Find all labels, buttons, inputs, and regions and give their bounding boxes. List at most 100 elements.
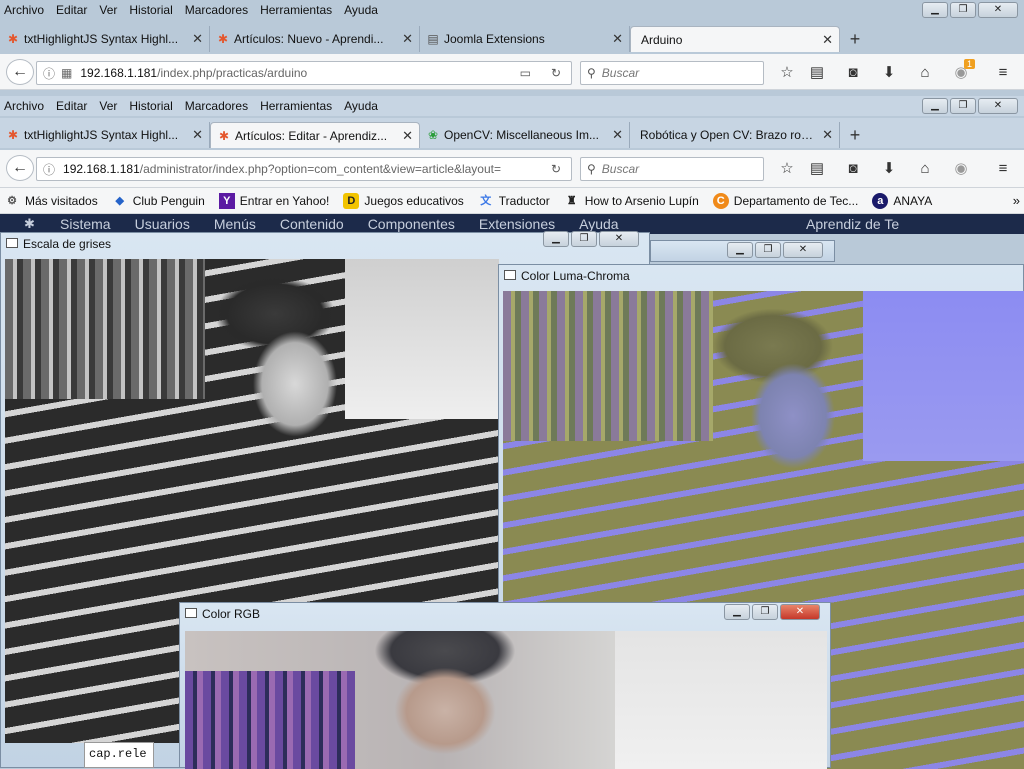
minimize-button[interactable]: ▁: [922, 2, 948, 18]
reload-icon[interactable]: ↻: [551, 66, 561, 80]
bookmark-arsenio[interactable]: ♜ How to Arsenio Lupín: [564, 193, 699, 209]
joomla-logo-icon: ✱: [24, 216, 35, 231]
close-tab-icon[interactable]: ✕: [612, 31, 623, 47]
close-tab-icon[interactable]: ✕: [402, 128, 413, 144]
maximize-button[interactable]: ❐: [950, 2, 976, 18]
close-tab-icon[interactable]: ✕: [192, 31, 203, 47]
url-bar-front[interactable]: ⓘ 192.168.1.181 /administrator/index.php…: [36, 157, 572, 181]
close-button[interactable]: ✕: [783, 242, 823, 258]
home-icon[interactable]: ⌂: [914, 62, 936, 84]
menu-ver[interactable]: Ver: [99, 3, 117, 17]
gear-icon: ⚙: [7, 194, 17, 207]
pocket-icon[interactable]: ◙: [842, 158, 864, 180]
search-input-back[interactable]: ⚲ Buscar: [580, 61, 764, 85]
bookmark-anaya[interactable]: a ANAYA: [872, 192, 932, 209]
joomla-menu-sistema[interactable]: Sistema: [60, 216, 111, 232]
chevron-right-icon[interactable]: »: [1013, 193, 1020, 208]
bookmark-club-penguin[interactable]: ◆ Club Penguin: [112, 193, 204, 209]
close-tab-icon[interactable]: ✕: [612, 127, 623, 143]
bookmark-mas-visitados[interactable]: ⚙ Más visitados: [4, 193, 98, 209]
back-arrow-icon[interactable]: ←: [6, 155, 34, 181]
tab-opencv[interactable]: ❀ OpenCV: Miscellaneous Im... ✕: [420, 122, 630, 148]
bookmark-yahoo[interactable]: Y Entrar en Yahoo!: [218, 192, 329, 209]
joomla-menu-menus[interactable]: Menús: [214, 216, 256, 232]
addon-icon[interactable]: ◉: [950, 158, 972, 180]
new-tab-icon[interactable]: +: [840, 26, 870, 52]
tab-arduino[interactable]: Arduino ✕: [630, 26, 840, 52]
joomla-menu-ayuda[interactable]: Ayuda: [579, 216, 618, 232]
reading-list-icon[interactable]: ▤: [806, 158, 828, 180]
joomla-menu-usuarios[interactable]: Usuarios: [135, 216, 190, 232]
menu-archivo[interactable]: Archivo: [4, 3, 44, 17]
joomla-icon: ✱: [217, 32, 229, 46]
tab-robotica[interactable]: Robótica y Open CV: Brazo rob... ✕: [630, 122, 840, 148]
bookmarks-bar: ⚙ Más visitados ◆ Club Penguin Y Entrar en …: [0, 188, 1024, 214]
joomla-user[interactable]: Aprendiz de Te: [806, 216, 899, 232]
close-button[interactable]: ✕: [978, 98, 1018, 114]
joomla-admin-bar: ✱ Sistema Usuarios Menús Contenido Compo…: [0, 214, 1024, 234]
download-icon[interactable]: ⬇: [878, 62, 900, 84]
joomla-menu-componentes[interactable]: Componentes: [368, 216, 455, 232]
hamburger-menu-icon[interactable]: ≡: [992, 158, 1014, 180]
menu-editar[interactable]: Editar: [56, 99, 87, 113]
joomla-menu-extensiones[interactable]: Extensiones: [479, 216, 555, 232]
download-icon[interactable]: ⬇: [878, 158, 900, 180]
hamburger-menu-icon[interactable]: ≡: [992, 62, 1014, 84]
close-tab-icon[interactable]: ✕: [402, 31, 413, 47]
menu-historial[interactable]: Historial: [129, 3, 172, 17]
close-tab-icon[interactable]: ✕: [192, 127, 203, 143]
info-icon: ⓘ: [43, 162, 56, 177]
menu-herramientas[interactable]: Herramientas: [260, 99, 332, 113]
window-color-rgb: Color RGB ▁ ❐ ✕: [179, 602, 831, 769]
menu-ayuda[interactable]: Ayuda: [344, 3, 378, 17]
menu-marcadores[interactable]: Marcadores: [185, 3, 248, 17]
star-icon[interactable]: ☆: [776, 158, 798, 180]
tab-articulos-editar[interactable]: ✱ Artículos: Editar - Aprendiz... ✕: [210, 122, 420, 148]
close-tab-icon[interactable]: ✕: [822, 127, 833, 143]
bookmark-traductor[interactable]: 文 Traductor: [478, 193, 549, 209]
back-arrow-icon[interactable]: ←: [6, 59, 34, 85]
menu-archivo[interactable]: Archivo: [4, 99, 44, 113]
tab-articulos-nuevo[interactable]: ✱ Artículos: Nuevo - Aprendi... ✕: [210, 26, 420, 52]
search-input-front[interactable]: ⚲ Buscar: [580, 157, 764, 181]
minimize-button[interactable]: ▁: [724, 604, 750, 620]
tab-txthighlight[interactable]: ✱ txtHighlightJS Syntax Highl... ✕: [0, 26, 210, 52]
close-button[interactable]: ✕: [978, 2, 1018, 18]
tab-joomla-extensions[interactable]: ▤ Joomla Extensions ✕: [420, 26, 630, 52]
window-light: [345, 259, 499, 419]
joomla-menu-contenido[interactable]: Contenido: [280, 216, 344, 232]
menu-ayuda[interactable]: Ayuda: [344, 99, 378, 113]
minimize-button[interactable]: ▁: [543, 231, 569, 247]
minimize-button[interactable]: ▁: [727, 242, 753, 258]
url-bar-back[interactable]: ⓘ ▦ 192.168.1.181 /index.php/practicas/a…: [36, 61, 572, 85]
reader-icon[interactable]: ▭: [520, 66, 531, 80]
menu-historial[interactable]: Historial: [129, 99, 172, 113]
window-icon: [185, 608, 197, 618]
menu-marcadores[interactable]: Marcadores: [185, 99, 248, 113]
minimize-button[interactable]: ▁: [922, 98, 948, 114]
window-icon: [504, 270, 516, 280]
joomla-icon: ✱: [218, 129, 230, 143]
close-button[interactable]: ✕: [780, 604, 820, 620]
code-snippet: cap.rele: [84, 742, 154, 768]
close-button[interactable]: ✕: [599, 231, 639, 247]
maximize-button[interactable]: ❐: [752, 604, 778, 620]
menu-editar[interactable]: Editar: [56, 3, 87, 17]
menu-herramientas[interactable]: Herramientas: [260, 3, 332, 17]
pocket-icon[interactable]: ◙: [842, 62, 864, 84]
menu-ver[interactable]: Ver: [99, 99, 117, 113]
home-icon[interactable]: ⌂: [914, 158, 936, 180]
window-title: Escala de grises: [23, 237, 112, 251]
bookmark-departamento[interactable]: C Departamento de Tec...: [712, 192, 858, 209]
reload-icon[interactable]: ↻: [551, 162, 561, 176]
star-icon[interactable]: ☆: [776, 62, 798, 84]
maximize-button[interactable]: ❐: [755, 242, 781, 258]
maximize-button[interactable]: ❐: [571, 231, 597, 247]
maximize-button[interactable]: ❐: [950, 98, 976, 114]
reading-list-icon[interactable]: ▤: [806, 62, 828, 84]
bookmark-juegos[interactable]: D Juegos educativos: [343, 192, 464, 209]
yahoo-icon: Y: [218, 192, 235, 209]
new-tab-icon[interactable]: +: [840, 122, 870, 148]
tab-txthighlight[interactable]: ✱ txtHighlightJS Syntax Highl... ✕: [0, 122, 210, 148]
close-tab-icon[interactable]: ✕: [822, 32, 833, 48]
